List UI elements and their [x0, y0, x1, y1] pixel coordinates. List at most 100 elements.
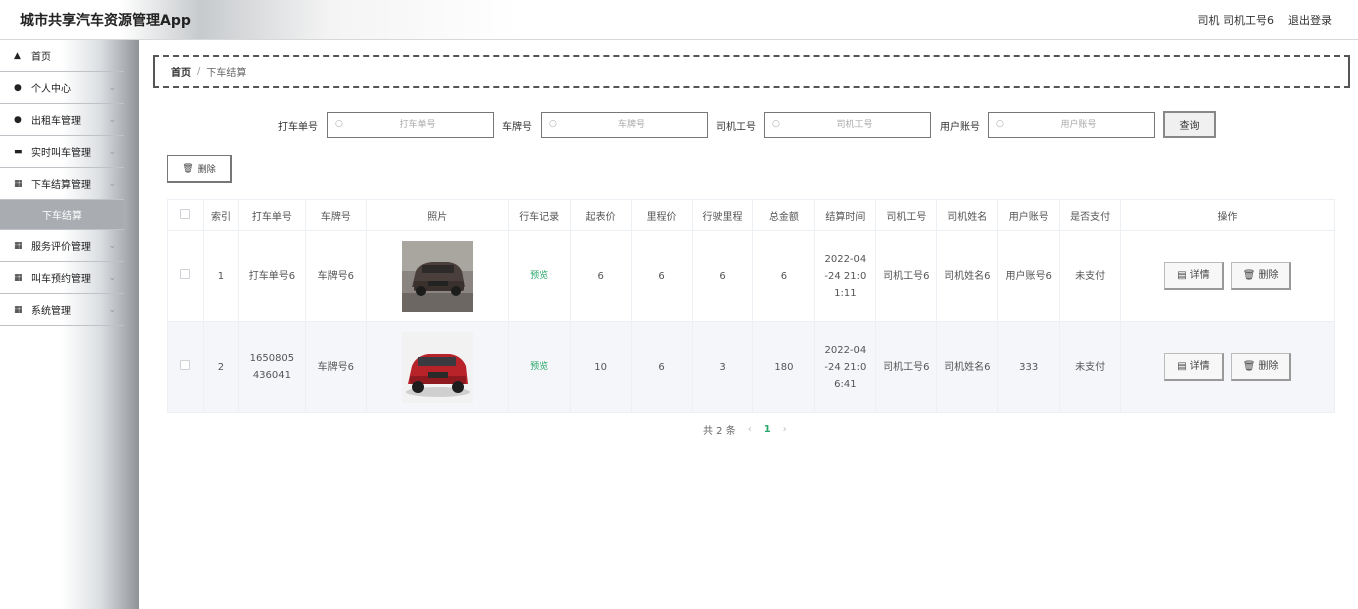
- chevron-down-icon: ⌄: [108, 241, 116, 251]
- logout-link[interactable]: 退出登录: [1288, 12, 1332, 28]
- sidebar-item-home[interactable]: ▲ 首页: [0, 40, 124, 72]
- table-row: 1 打车单号6 车牌号6 预览 6 6 6 6 2022-04-24 21:01…: [167, 230, 1335, 322]
- sidebar-subitem-settlement[interactable]: 下车结算: [0, 200, 124, 230]
- top-header: 城市共享汽车资源管理App 司机 司机工号6 退出登录: [0, 0, 1358, 40]
- record-cell: 预览: [507, 321, 571, 413]
- column-header: 起表价: [569, 199, 632, 231]
- sidebar-item-label: 出租车管理: [31, 116, 81, 127]
- row-checkbox[interactable]: [180, 359, 191, 370]
- sidebar-item-review[interactable]: ▦ 服务评价管理 ⌄: [0, 230, 124, 262]
- row-checkbox[interactable]: [180, 268, 191, 279]
- record-preview-link[interactable]: 预览: [530, 362, 548, 372]
- order-no-cell: 1650805436041: [237, 321, 306, 413]
- header-user-area: 司机 司机工号6 退出登录: [1198, 12, 1333, 28]
- search-icon: ○: [335, 119, 343, 129]
- chevron-down-icon: ⌄: [108, 273, 116, 283]
- driver-id-field[interactable]: ○: [764, 112, 931, 138]
- batch-delete-button[interactable]: 🗑 删除: [167, 155, 232, 183]
- total-cell: 6: [752, 230, 816, 322]
- record-preview-link[interactable]: 预览: [530, 271, 548, 281]
- delete-label: 删除: [1258, 361, 1279, 372]
- sidebar-item-booking[interactable]: ▦ 叫车预约管理 ⌄: [0, 262, 124, 294]
- detail-button[interactable]: ▤ 详情: [1163, 262, 1224, 290]
- sidebar-item-label: 首页: [31, 52, 51, 63]
- query-button[interactable]: 查询: [1163, 111, 1216, 138]
- sidebar-item-settlement-mgmt[interactable]: ▦ 下车结算管理 ⌄: [0, 168, 124, 200]
- distance-cell: 3: [691, 321, 754, 413]
- dark-suv-photo: [401, 240, 473, 312]
- mileage-price-cell: 6: [630, 230, 693, 322]
- user-account-input[interactable]: [989, 113, 1154, 137]
- driver-name-cell: 司机姓名6: [936, 230, 999, 322]
- order-no-cell: 打车单号6: [237, 230, 306, 322]
- user-account-field[interactable]: ○: [988, 112, 1155, 138]
- trash-icon: 🗑: [1242, 361, 1256, 372]
- driver-id-input[interactable]: [765, 113, 930, 137]
- row-select-cell[interactable]: [167, 321, 204, 413]
- mileage-price-cell: 6: [630, 321, 693, 413]
- table-header-row: 索引 打车单号 车牌号 照片 行车记录 起表价 里程价 行驶里程 总金额 结算时…: [167, 199, 1335, 231]
- user-account-cell: 333: [997, 321, 1061, 413]
- search-icon: ○: [772, 119, 780, 129]
- page-number-current[interactable]: 1: [764, 424, 771, 435]
- search-icon: ○: [996, 119, 1004, 129]
- current-user-label: 司机 司机工号6: [1197, 14, 1275, 27]
- paid-status-cell: 未支付: [1059, 321, 1122, 413]
- pagination: 共 2 条 ‹ 1 ›: [703, 422, 787, 437]
- row-select-cell[interactable]: [167, 230, 204, 322]
- distance-cell: 6: [691, 230, 754, 322]
- select-all-cell[interactable]: [167, 199, 204, 231]
- breadcrumb-home[interactable]: 首页: [171, 64, 191, 79]
- sidebar-item-label: 服务评价管理: [31, 242, 91, 253]
- trash-icon: 🗑: [1242, 270, 1256, 281]
- order-no-field[interactable]: ○: [327, 112, 494, 138]
- grid-icon: ▦: [14, 240, 23, 251]
- app-title: 城市共享汽车资源管理App: [20, 13, 191, 29]
- sidebar-item-system[interactable]: ▦ 系统管理 ⌄: [0, 294, 124, 326]
- total-count: 共 2 条: [703, 426, 736, 437]
- total-cell: 180: [752, 321, 816, 413]
- plate-cell: 车牌号6: [304, 230, 367, 322]
- row-delete-button[interactable]: 🗑 删除: [1231, 262, 1292, 290]
- select-all-checkbox[interactable]: [180, 208, 191, 219]
- plate-field[interactable]: ○: [541, 112, 708, 138]
- document-icon: ▤: [1177, 270, 1187, 281]
- column-header: 结算时间: [814, 199, 877, 231]
- detail-label: 详情: [1189, 361, 1210, 372]
- column-header: 司机姓名: [936, 199, 999, 231]
- sidebar-item-taxi[interactable]: ● 出租车管理 ⌄: [0, 104, 124, 136]
- photo-cell: [365, 230, 509, 322]
- chevron-down-icon: ⌄: [108, 305, 116, 315]
- sidebar-item-realtime[interactable]: ▬ 实时叫车管理 ⌄: [0, 136, 124, 168]
- prev-page-icon[interactable]: ‹: [748, 424, 752, 435]
- photo-cell: [365, 321, 509, 413]
- search-icon: ○: [549, 119, 557, 129]
- column-header: 是否支付: [1059, 199, 1122, 231]
- red-suv-photo: [401, 331, 473, 403]
- chevron-down-icon: ⌄: [108, 115, 116, 125]
- start-price-cell: 10: [569, 321, 632, 413]
- actions-cell: ▤ 详情 🗑 删除: [1120, 230, 1335, 322]
- paid-status-cell: 未支付: [1059, 230, 1122, 322]
- column-header: 车牌号: [304, 199, 367, 231]
- sidebar-item-label: 叫车预约管理: [31, 274, 91, 285]
- row-delete-button[interactable]: 🗑 删除: [1231, 353, 1292, 381]
- plate-input[interactable]: [542, 113, 707, 137]
- next-page-icon[interactable]: ›: [783, 424, 787, 435]
- search-label-driver: 司机工号: [716, 122, 756, 133]
- column-header: 打车单号: [237, 199, 306, 231]
- sidebar: ▲ 首页 ● 个人中心 ⌄ ● 出租车管理 ⌄ ▬ 实时叫车管理 ⌄ ▦ 下车结…: [0, 40, 139, 609]
- driver-id-cell: 司机工号6: [875, 321, 938, 413]
- column-header: 行驶里程: [691, 199, 754, 231]
- breadcrumb: 首页 / 下车结算: [153, 55, 1350, 88]
- start-price-cell: 6: [569, 230, 632, 322]
- index-cell: 2: [202, 321, 239, 413]
- delete-label: 删除: [1258, 270, 1279, 281]
- search-label-plate: 车牌号: [502, 122, 532, 133]
- detail-button[interactable]: ▤ 详情: [1163, 353, 1224, 381]
- sidebar-item-profile[interactable]: ● 个人中心 ⌄: [0, 72, 124, 104]
- sidebar-item-label: 系统管理: [31, 306, 71, 317]
- column-header: 索引: [202, 199, 239, 231]
- monitor-icon: ▬: [14, 146, 23, 157]
- order-no-input[interactable]: [328, 113, 493, 137]
